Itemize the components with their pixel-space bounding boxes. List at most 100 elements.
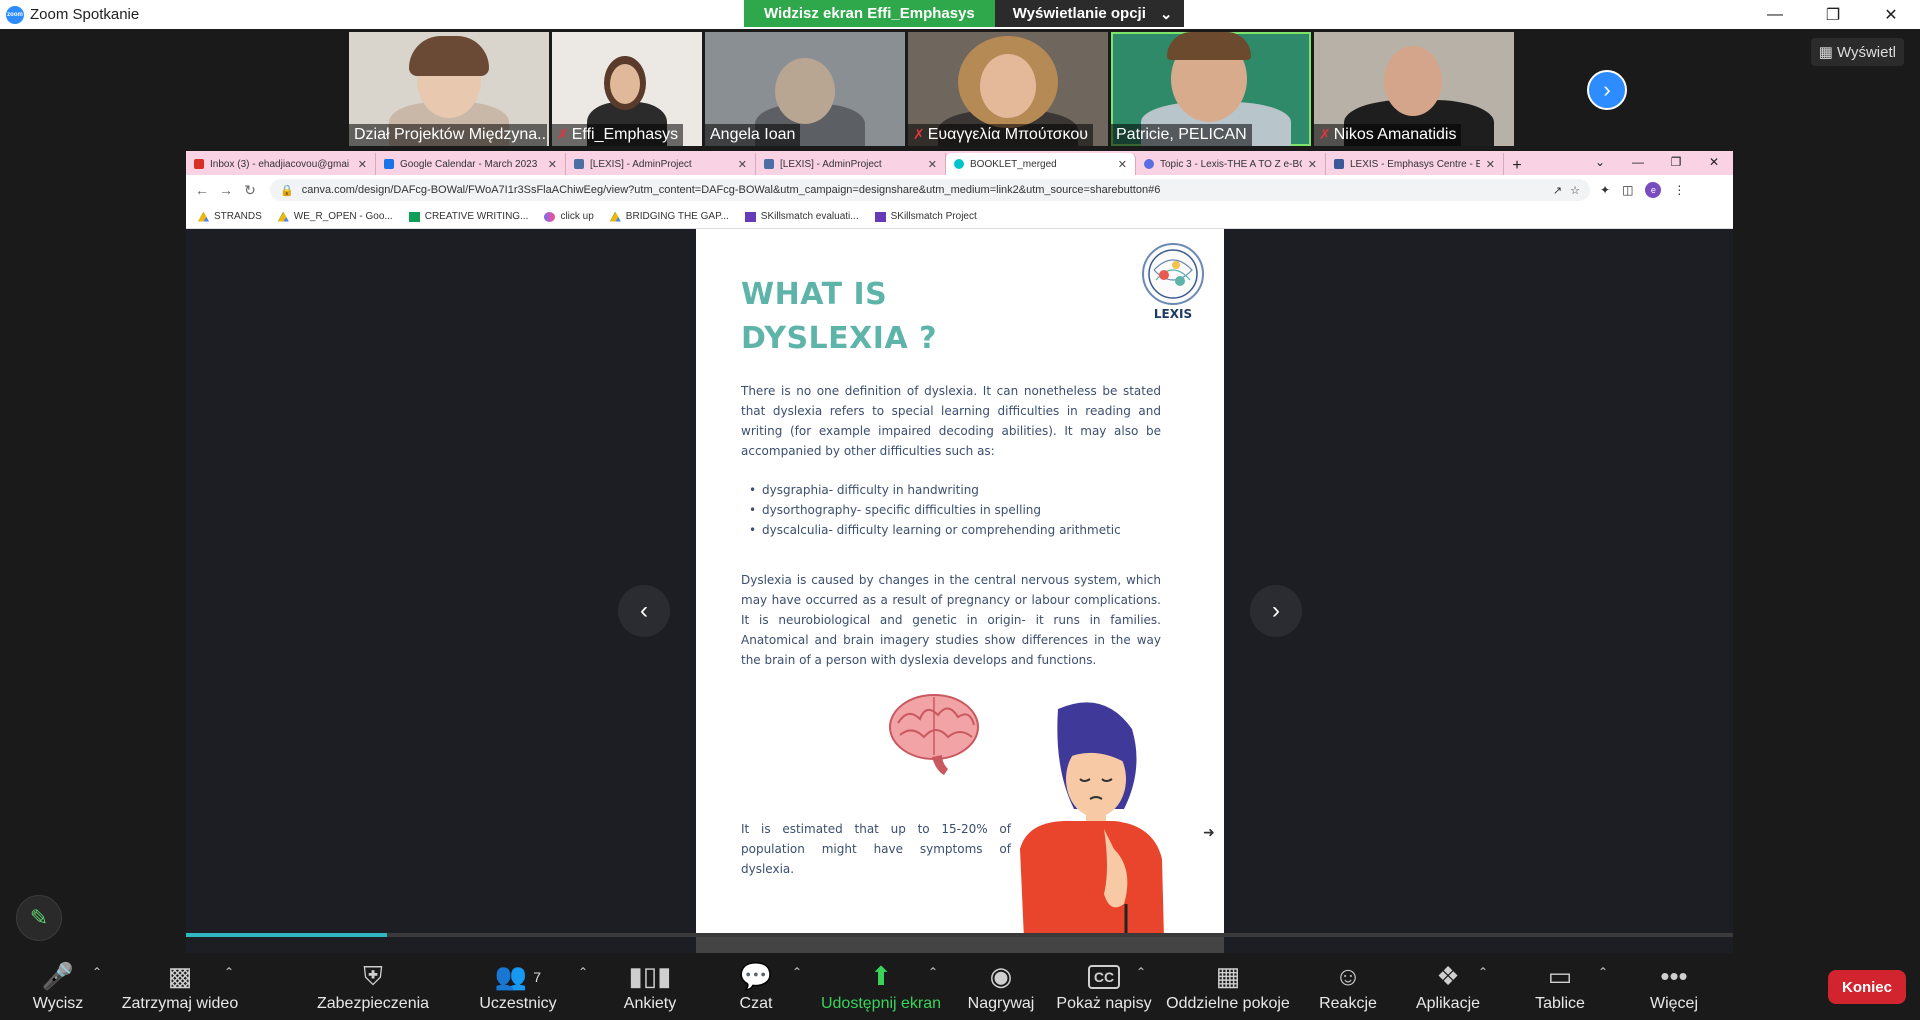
- minimize-button[interactable]: —: [1746, 0, 1804, 29]
- close-tab-icon[interactable]: ✕: [1486, 158, 1495, 171]
- mic-muted-icon: ✗: [913, 126, 925, 142]
- chat-button[interactable]: 💬 Czat: [736, 953, 776, 1020]
- restore-button[interactable]: ❐: [1657, 151, 1695, 175]
- security-button[interactable]: ⛨ Zabezpieczenia: [317, 953, 429, 1020]
- close-tab-icon[interactable]: ✕: [1308, 158, 1317, 171]
- audio-options-caret[interactable]: ⌃: [92, 965, 102, 979]
- reactions-button[interactable]: ☺ Reakcje: [1318, 953, 1378, 1020]
- share-screen-button[interactable]: ⬆ Udostępnij ekran: [821, 953, 941, 1020]
- bookmarks-bar: STRANDS WE_R_OPEN - Goo... CREATIVE WRIT…: [186, 205, 1733, 229]
- whiteboards-options-caret[interactable]: ⌃: [1598, 965, 1608, 979]
- profile-avatar[interactable]: e: [1645, 182, 1662, 198]
- star-icon[interactable]: ☆: [1570, 184, 1580, 197]
- video-tile[interactable]: Angela Ioan: [705, 32, 905, 146]
- bookmark[interactable]: WE_R_OPEN - Goo...: [277, 211, 393, 222]
- close-button[interactable]: ✕: [1862, 0, 1920, 29]
- participants-button[interactable]: 👥 7 Uczestnicy: [478, 953, 558, 1020]
- browser-tab[interactable]: Google Calendar - March 2023 ✕: [376, 153, 566, 175]
- address-bar[interactable]: 🔒 canva.com/design/DAFcg-BOWal/FWoA7I1r3…: [270, 179, 1590, 201]
- back-icon[interactable]: ←: [190, 182, 214, 198]
- bookmark[interactable]: BRIDGING THE GAP...: [609, 211, 729, 222]
- bookmark[interactable]: SKillsmatch Project: [874, 211, 977, 222]
- view-button[interactable]: ▦ Wyświetl: [1810, 38, 1904, 66]
- video-tile-active-speaker[interactable]: Patricie, PELICAN: [1111, 32, 1311, 146]
- apps-button[interactable]: ❖ Aplikacje: [1414, 953, 1482, 1020]
- menu-icon[interactable]: ⋮: [1673, 183, 1685, 197]
- shield-icon: ⛨: [363, 960, 383, 991]
- chat-options-caret[interactable]: ⌃: [792, 965, 802, 979]
- share-icon[interactable]: ↗: [1553, 184, 1562, 197]
- browser-tab[interactable]: [LEXIS] - AdminProject ✕: [566, 153, 756, 175]
- mute-button[interactable]: 🎤 Wycisz: [28, 953, 88, 1020]
- reload-icon[interactable]: ↻: [238, 182, 262, 199]
- annotate-pencil-button[interactable]: ✎: [16, 895, 62, 941]
- apps-options-caret[interactable]: ⌃: [1478, 965, 1488, 979]
- whiteboards-button[interactable]: ▭ Tablice: [1534, 953, 1586, 1020]
- browser-window-controls: ⌄ — ❐ ✕: [1581, 151, 1733, 175]
- end-meeting-button[interactable]: Koniec: [1828, 970, 1906, 1004]
- browser-tab[interactable]: LEXIS - Emphasys Centre - Educ✕: [1326, 153, 1504, 175]
- browser-tab[interactable]: Inbox (3) - ehadjiacovou@gmai ✕: [186, 153, 376, 175]
- video-tile[interactable]: Dział Projektów Międzyna...: [349, 32, 549, 146]
- bookmark[interactable]: CREATIVE WRITING...: [408, 211, 528, 222]
- captions-options-caret[interactable]: ⌃: [1136, 965, 1146, 979]
- breakout-rooms-button[interactable]: ▦ Oddzielne pokoje: [1166, 953, 1290, 1020]
- grid-icon: ▦: [1215, 961, 1241, 991]
- video-tile[interactable]: ✗ Nikos Amanatidis: [1314, 32, 1514, 146]
- share-screen-icon: ⬆: [870, 961, 892, 991]
- restore-button[interactable]: ❐: [1804, 0, 1862, 29]
- bookmark[interactable]: SKillsmatch evaluati...: [744, 211, 859, 222]
- view-options-button[interactable]: Wyświetlanie opcji ⌄: [994, 0, 1185, 27]
- bookmark[interactable]: STRANDS: [198, 211, 262, 222]
- tab-search-icon[interactable]: ⌄: [1581, 151, 1619, 175]
- presentation-progress-bar[interactable]: [186, 933, 1733, 937]
- browser-tab[interactable]: [LEXIS] - AdminProject ✕: [756, 153, 946, 175]
- next-participants-button[interactable]: ›: [1587, 70, 1627, 110]
- captions-button[interactable]: CC Pokaż napisy: [1056, 953, 1152, 1020]
- close-button[interactable]: ✕: [1695, 151, 1733, 175]
- polls-button[interactable]: ▮▯▮ Ankiety: [620, 953, 680, 1020]
- participant-name: Dział Projektów Międzyna...: [349, 124, 547, 146]
- sheets-icon: [408, 211, 420, 222]
- close-tab-icon[interactable]: ✕: [1118, 158, 1127, 171]
- chevron-right-icon: ›: [1603, 77, 1611, 102]
- url-text: canva.com/design/DAFcg-BOWal/FWoA7I1r3Ss…: [301, 184, 1161, 196]
- arrow-right-icon[interactable]: ➜: [1203, 824, 1215, 841]
- previous-page-button[interactable]: ‹: [618, 585, 670, 637]
- pencil-icon: ✎: [29, 905, 49, 930]
- video-strip: Dział Projektów Międzyna... ✗ Effi_Emphas…: [349, 32, 1514, 146]
- viewer-background-right: [1224, 229, 1733, 953]
- record-button[interactable]: ◉ Nagrywaj: [966, 953, 1036, 1020]
- video-tile[interactable]: ✗ Ευαγγελία Μπούτσκου: [908, 32, 1108, 146]
- close-tab-icon[interactable]: ✕: [548, 158, 557, 171]
- project-icon: [574, 159, 584, 169]
- more-button[interactable]: ••• Więcej: [1650, 953, 1698, 1020]
- chevron-down-icon: ⌄: [1159, 5, 1173, 23]
- list-item: dyscalculia- difficulty learning or comp…: [741, 520, 1161, 540]
- stop-video-button[interactable]: ▩ Zatrzymaj wideo: [120, 953, 240, 1020]
- participants-options-caret[interactable]: ⌃: [578, 965, 588, 979]
- minimize-button[interactable]: —: [1619, 151, 1657, 175]
- viewer-bottom-bar: [696, 937, 1224, 953]
- zoom-logo-icon: zoom: [6, 5, 24, 24]
- canva-viewer: ‹ › WHAT IS DYSLEXIA ? LEXIS There is no…: [186, 229, 1733, 953]
- close-tab-icon[interactable]: ✕: [358, 158, 367, 171]
- extensions-icon[interactable]: ✦: [1600, 183, 1610, 197]
- video-tile[interactable]: ✗ Effi_Emphasys: [552, 32, 702, 146]
- next-page-button[interactable]: ›: [1250, 585, 1302, 637]
- grid-icon: ▦: [1818, 44, 1833, 61]
- lock-icon: 🔒: [280, 184, 294, 197]
- close-tab-icon[interactable]: ✕: [928, 158, 937, 171]
- bookmark[interactable]: click up: [544, 211, 594, 222]
- forward-icon[interactable]: →: [214, 182, 238, 198]
- new-tab-button[interactable]: +: [1504, 157, 1530, 175]
- paragraph: Dyslexia is caused by changes in the cen…: [741, 573, 1161, 667]
- browser-tab-active[interactable]: BOOKLET_merged ✕: [946, 153, 1136, 175]
- browser-tab[interactable]: Topic 3 - Lexis-THE A TO Z e-BO ✕: [1136, 153, 1326, 175]
- people-icon: 👥: [494, 961, 528, 991]
- side-panel-icon[interactable]: ◫: [1622, 183, 1633, 197]
- close-tab-icon[interactable]: ✕: [738, 158, 747, 171]
- share-options-caret[interactable]: ⌃: [928, 965, 938, 979]
- bullet-list: dysgraphia- difficulty in handwriting dy…: [741, 480, 1161, 540]
- video-options-caret[interactable]: ⌃: [224, 965, 234, 979]
